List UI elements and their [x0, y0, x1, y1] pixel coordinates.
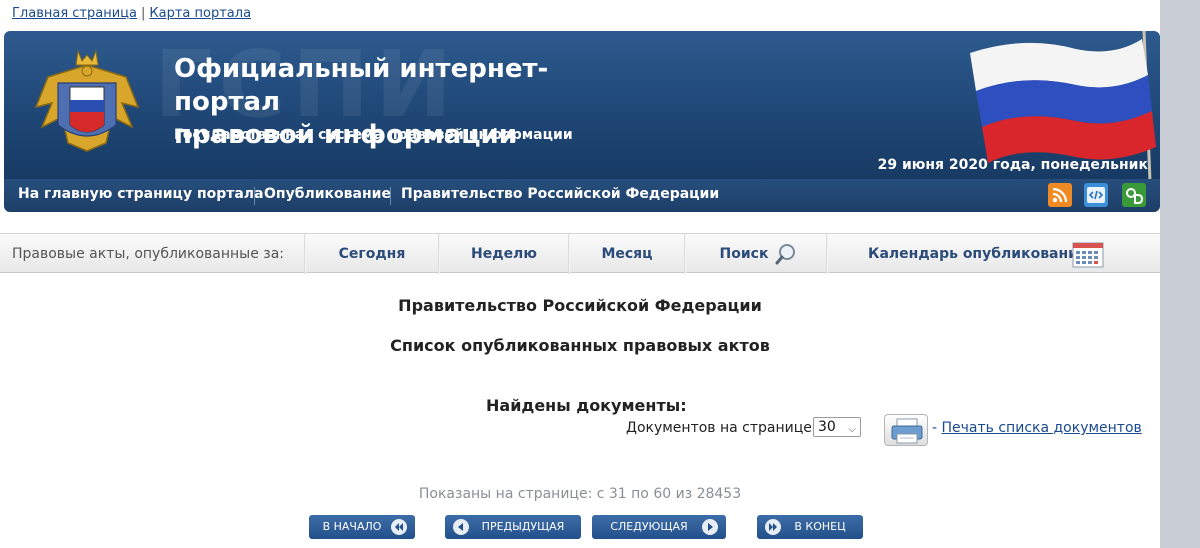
prev-page-label: ПРЕДЫДУЩАЯ [481, 520, 565, 533]
next-page-label: СЛЕДУЮЩАЯ [610, 520, 688, 533]
per-page-value: 30 [818, 419, 836, 435]
header-banner: ГСПИ Официальный интернет-портал правово… [4, 31, 1160, 181]
code-icon[interactable] [1084, 183, 1108, 207]
print-button[interactable] [884, 414, 928, 446]
fso-emblem-icon [34, 49, 140, 152]
tab-today[interactable]: Сегодня [306, 234, 438, 274]
print-list-link-group: - Печать списка документов [932, 420, 1142, 436]
prev-page-button[interactable]: ПРЕДЫДУЩАЯ [445, 515, 581, 539]
search-icon [775, 244, 795, 265]
portal-subtitle: Государственная система правовой информа… [174, 127, 573, 143]
printer-icon [891, 418, 923, 444]
skip-back-icon [391, 519, 407, 535]
first-page-button[interactable]: В НАЧАЛО [309, 515, 415, 539]
tab-search[interactable]: Поиск [686, 234, 826, 274]
home-link[interactable]: Главная страница [12, 6, 137, 21]
nav-divider [390, 187, 391, 205]
portal-title-line1: Официальный интернет-портал [174, 54, 549, 117]
sitemap-link[interactable]: Карта портала [149, 6, 251, 21]
per-page-select[interactable]: 30 ⌵ [813, 417, 861, 437]
calendar-icon [1072, 242, 1104, 268]
page-subheading: Список опубликованных правовых актов [390, 336, 770, 355]
arrow-right-icon [702, 519, 718, 535]
tab-month[interactable]: Месяц [570, 234, 684, 274]
published-acts-nav: Правовые акты, опубликованные за: Сегодн… [0, 233, 1160, 274]
main-nav: На главную страницу портала Опубликовани… [4, 179, 1160, 212]
arrow-left-icon [453, 519, 469, 535]
top-links-separator: | [141, 6, 146, 21]
top-links: Главная страница | Карта портала [12, 6, 251, 21]
chevron-down-icon: ⌵ [848, 424, 856, 435]
skip-forward-icon [765, 519, 781, 535]
tab-calendar[interactable]: Календарь опубликования [828, 234, 1108, 274]
page-side-background [1160, 0, 1200, 548]
tab-search-label: Поиск [719, 246, 769, 262]
nav-government[interactable]: Правительство Российской Федерации [401, 179, 719, 212]
next-page-button[interactable]: СЛЕДУЮЩАЯ [592, 515, 726, 539]
print-list-link[interactable]: Печать списка документов [942, 420, 1142, 436]
found-documents-label: Найдены документы: [486, 396, 687, 415]
nav-publication[interactable]: Опубликование [264, 179, 391, 212]
per-page-label: Документов на странице: [626, 420, 817, 436]
shown-range-text: Показаны на странице: с 31 по 60 из 2845… [418, 486, 742, 502]
tab-week[interactable]: Неделю [440, 234, 568, 274]
current-date: 29 июня 2020 года, понедельник [877, 157, 1148, 173]
print-link-prefix: - [932, 420, 938, 436]
last-page-label: В КОНЕЦ [794, 520, 846, 533]
page-heading: Правительство Российской Федерации [398, 296, 762, 315]
published-acts-label: Правовые акты, опубликованные за: [12, 246, 285, 262]
first-page-label: В НАЧАЛО [322, 520, 382, 533]
open-data-icon[interactable] [1122, 183, 1146, 207]
last-page-button[interactable]: В КОНЕЦ [757, 515, 863, 539]
tab-calendar-label: Календарь опубликования [868, 246, 1087, 262]
nav-home[interactable]: На главную страницу портала [18, 179, 264, 212]
rss-icon[interactable] [1048, 183, 1072, 207]
nav-divider [254, 187, 255, 205]
